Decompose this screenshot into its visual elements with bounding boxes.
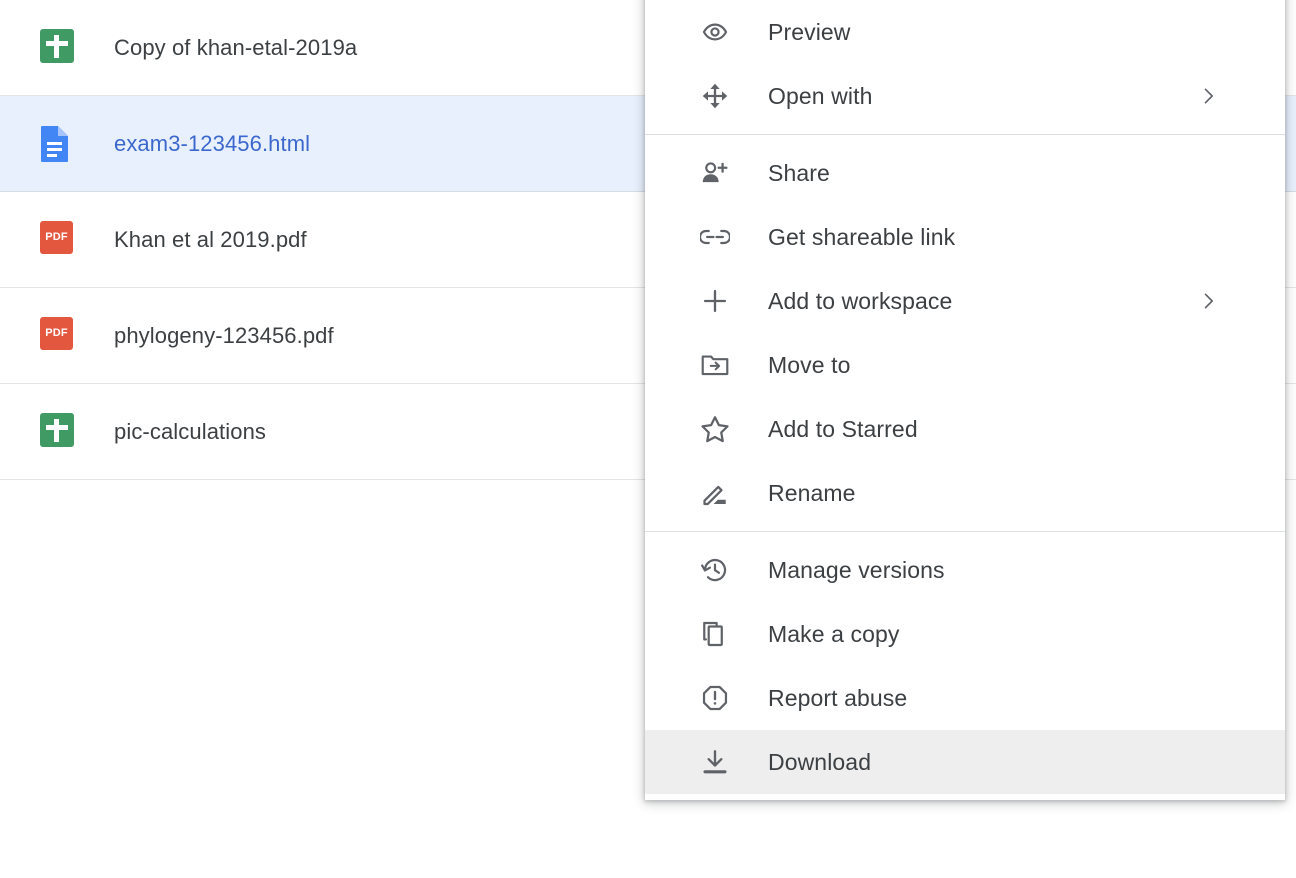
menu-item-add-to-workspace[interactable]: Add to workspace [645,269,1285,333]
pdf-icon: PDF [40,316,76,355]
sheets-icon [40,28,76,67]
menu-item-label: Manage versions [768,556,945,583]
pdf-icon-label: PDF [45,230,68,243]
report-abuse-icon [695,678,735,718]
drive-file-browser: Copy of khan-etal-2019a exam3-123456.htm… [0,0,1296,878]
menu-item-download[interactable]: Download [645,730,1285,794]
pdf-icon-label: PDF [45,326,68,339]
eye-icon [695,12,735,52]
history-icon [695,550,735,590]
menu-item-label: Add to Starred [768,415,918,442]
menu-item-label: Rename [768,479,856,506]
menu-item-label: Make a copy [768,620,900,647]
document-icon [40,125,76,163]
menu-item-label: Share [768,159,830,186]
menu-item-label: Preview [768,18,851,45]
menu-item-preview[interactable]: Preview [645,0,1285,64]
link-icon [695,217,735,257]
file-name: exam3-123456.html [114,130,311,156]
menu-item-label: Move to [768,351,851,378]
menu-item-get-shareable-link[interactable]: Get shareable link [645,205,1285,269]
menu-item-label: Report abuse [768,684,908,711]
star-outline-icon [695,409,735,449]
menu-item-move-to[interactable]: Move to [645,333,1285,397]
menu-group-open: Preview Open with [645,0,1285,134]
menu-item-add-to-starred[interactable]: Add to Starred [645,397,1285,461]
menu-item-label: Open with [768,82,873,109]
person-add-icon [695,153,735,193]
file-name: Khan et al 2019.pdf [114,226,307,252]
menu-item-share[interactable]: Share [645,141,1285,205]
chevron-right-icon [1197,290,1219,312]
menu-item-label: Get shareable link [768,223,956,250]
context-menu: Preview Open with Share Get shareable li… [645,0,1285,800]
menu-item-open-with[interactable]: Open with [645,64,1285,128]
file-name: phylogeny-123456.pdf [114,322,334,348]
chevron-right-icon [1197,85,1219,107]
sheets-icon [40,412,76,451]
open-with-icon [695,76,735,116]
file-name: Copy of khan-etal-2019a [114,34,358,60]
menu-item-make-a-copy[interactable]: Make a copy [645,602,1285,666]
menu-item-label: Download [768,748,872,775]
menu-item-label: Add to workspace [768,287,953,314]
menu-group-sharing: Share Get shareable link Add to workspac… [645,135,1285,531]
pdf-icon: PDF [40,220,76,259]
move-to-folder-icon [695,345,735,385]
pencil-icon [695,473,735,513]
file-name: pic-calculations [114,418,267,444]
menu-group-file-actions: Manage versions Make a copy Report abuse… [645,532,1285,800]
menu-item-manage-versions[interactable]: Manage versions [645,538,1285,602]
plus-icon [695,281,735,321]
menu-item-rename[interactable]: Rename [645,461,1285,525]
menu-item-report-abuse[interactable]: Report abuse [645,666,1285,730]
download-icon [695,742,735,782]
copy-icon [695,614,735,654]
